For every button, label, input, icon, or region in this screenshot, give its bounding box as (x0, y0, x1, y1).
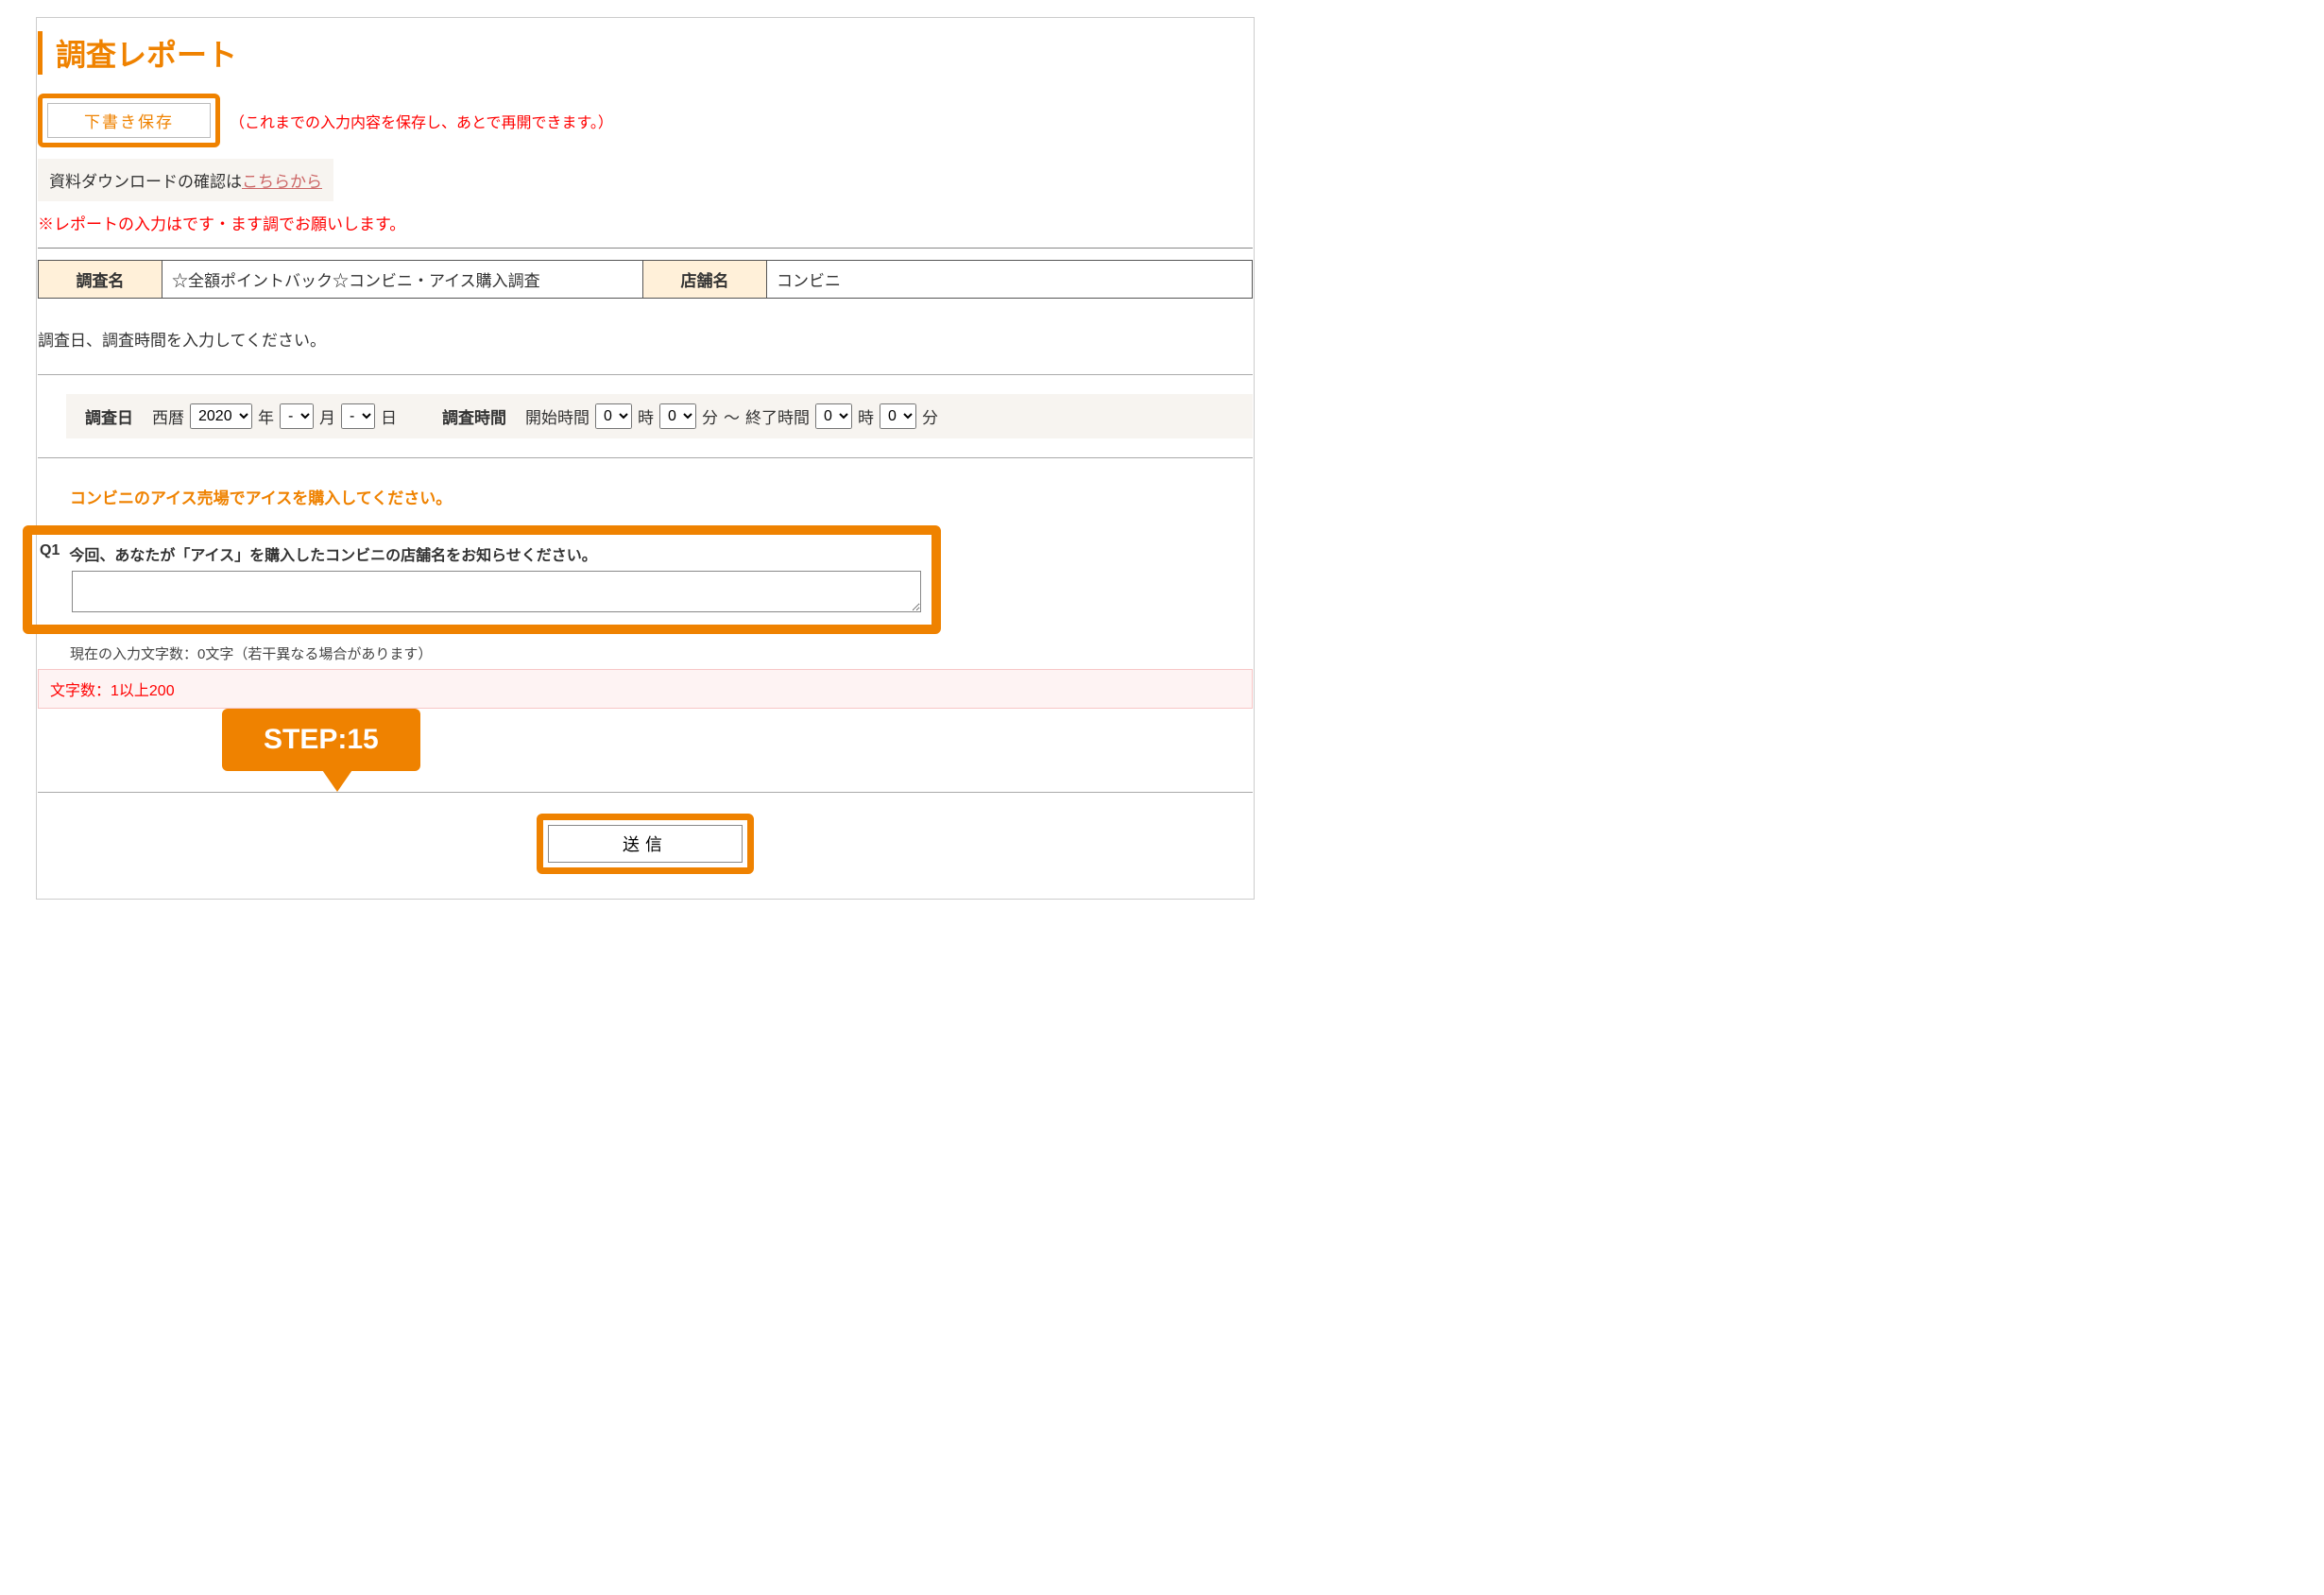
page-title: 調査レポート (56, 31, 1253, 75)
date-label: 調査日 (79, 404, 146, 428)
date-inner: 調査日 西暦 2020 年 - 月 - 日 調査時間 開始時間 0 時 0 分 … (66, 394, 1253, 438)
year-suffix: 年 (258, 404, 274, 428)
save-note: （これまでの入力内容を保存し、あとで再開できます。） (230, 110, 613, 132)
download-link[interactable]: こちらから (242, 173, 322, 191)
store-name-label: 店舗名 (643, 261, 767, 299)
time-label: 調査時間 (436, 404, 520, 428)
report-warning: ※レポートの入力はです・ます調でお願いします。 (38, 211, 1253, 234)
hour-suffix-1: 時 (638, 404, 654, 428)
q1-text: 今回、あなたが「アイス」を購入したコンビニの店舗名をお知らせください。 (69, 542, 596, 565)
draft-row: 下書き保存 （これまでの入力内容を保存し、あとで再開できます。） (38, 94, 1253, 147)
submit-highlight: 送信 (537, 814, 754, 874)
q1-label-row: Q1 今回、あなたが「アイス」を購入したコンビニの店舗名をお知らせください。 (40, 542, 918, 565)
month-suffix: 月 (319, 404, 335, 428)
header-row: 調査レポート (38, 31, 1253, 75)
datetime-instruction: 調査日、調査時間を入力してください。 (38, 327, 1253, 351)
q1-answer-input[interactable] (72, 571, 921, 612)
end-time-label: 終了時間 (745, 404, 810, 428)
q1-highlight: Q1 今回、あなたが「アイス」を購入したコンビニの店舗名をお知らせください。 (23, 525, 941, 634)
survey-name-label: 調査名 (39, 261, 162, 299)
step-badge: STEP:15 (222, 709, 420, 771)
draft-save-highlight: 下書き保存 (38, 94, 220, 147)
char-count-now: 現在の入力文字数：0文字（若干異なる場合があります） (70, 643, 1253, 663)
date-section: 調査日 西暦 2020 年 - 月 - 日 調査時間 開始時間 0 時 0 分 … (38, 374, 1253, 458)
start-min-select[interactable]: 0 (659, 403, 696, 429)
submit-row: 送信 (38, 792, 1253, 899)
time-separator: ～ (724, 404, 740, 428)
min-suffix-1: 分 (702, 404, 718, 428)
submit-button[interactable]: 送信 (548, 825, 743, 863)
end-min-select[interactable]: 0 (880, 403, 916, 429)
separator (38, 248, 1253, 249)
step-container: STEP:15 (38, 709, 1253, 771)
q1-no: Q1 (40, 542, 60, 565)
survey-info-table: 調査名 ☆全額ポイントバック☆コンビニ・アイス購入調査 店舗名 コンビニ (38, 260, 1253, 299)
survey-name-value: ☆全額ポイントバック☆コンビニ・アイス購入調査 (162, 261, 643, 299)
download-prefix: 資料ダウンロードの確認は (49, 173, 242, 191)
start-time-label: 開始時間 (525, 404, 590, 428)
year-select[interactable]: 2020 (190, 403, 252, 429)
month-select[interactable]: - (280, 403, 314, 429)
min-suffix-2: 分 (922, 404, 938, 428)
char-limit-note: 文字数：1以上200 (38, 669, 1253, 709)
end-hour-select[interactable]: 0 (815, 403, 852, 429)
purchase-instruction: コンビニのアイス売場でアイスを購入してください。 (70, 485, 1253, 508)
draft-save-button[interactable]: 下書き保存 (47, 103, 211, 138)
download-box: 資料ダウンロードの確認はこちらから (38, 159, 333, 201)
hour-suffix-2: 時 (858, 404, 874, 428)
day-suffix: 日 (381, 404, 397, 428)
store-name-value: コンビニ (767, 261, 1253, 299)
start-hour-select[interactable]: 0 (595, 403, 632, 429)
era-label: 西暦 (152, 404, 184, 428)
day-select[interactable]: - (341, 403, 375, 429)
